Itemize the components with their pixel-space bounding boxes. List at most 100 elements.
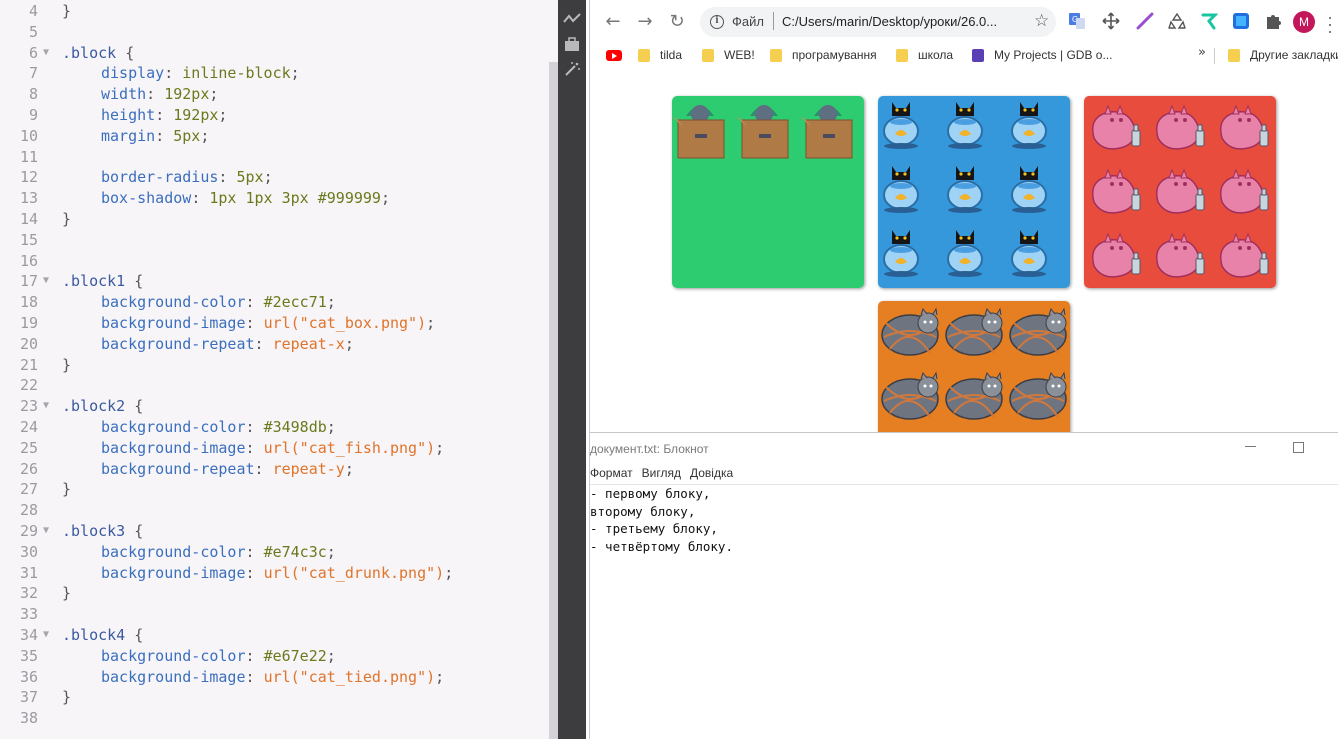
- reload-icon[interactable]: ↻: [666, 10, 688, 32]
- code-line[interactable]: 13 box-shadow: 1px 1px 3px #999999;: [0, 188, 548, 209]
- address-bar[interactable]: i Файл C:/Users/marin/Desktop/уроки/26.0…: [700, 7, 1056, 37]
- code-line[interactable]: 16: [0, 251, 548, 272]
- other-bookmarks[interactable]: Другие закладки: [1228, 46, 1338, 64]
- bookmark-label: програмування: [792, 48, 877, 62]
- code-token: .block3: [62, 521, 126, 540]
- recycle-extension-icon[interactable]: [1168, 12, 1186, 30]
- code-line[interactable]: 4}: [0, 1, 548, 22]
- code-line[interactable]: 22: [0, 375, 548, 396]
- code-line[interactable]: 29 ▼ .block3 {: [0, 521, 548, 542]
- code-line[interactable]: 11: [0, 147, 548, 168]
- fold-arrow-icon[interactable]: ▼: [43, 396, 49, 417]
- line-number: 19: [19, 313, 38, 332]
- code-line[interactable]: 21}: [0, 355, 548, 376]
- bookmark-programming[interactable]: програмування: [770, 46, 877, 64]
- youtube-icon[interactable]: [606, 50, 622, 61]
- editor-scrollbar[interactable]: [549, 62, 558, 739]
- code-line[interactable]: 19 background-image: url("cat_box.png");: [0, 313, 548, 334]
- menu-dots-icon[interactable]: ...: [1325, 6, 1335, 36]
- bookmark-tilda[interactable]: tilda: [638, 46, 682, 64]
- folder-icon: [702, 48, 714, 62]
- address-separator: [773, 12, 774, 30]
- activity-icon[interactable]: [563, 11, 581, 27]
- code-line[interactable]: 25 background-image: url("cat_fish.png");: [0, 438, 548, 459]
- code-token: ;: [444, 563, 454, 582]
- code-token: ;: [344, 334, 354, 353]
- star-icon[interactable]: ☆: [1034, 11, 1049, 31]
- code-line[interactable]: 37}: [0, 687, 548, 708]
- line-number: 10: [19, 126, 38, 145]
- maximize-button[interactable]: [1293, 442, 1304, 453]
- code-token: :: [245, 313, 264, 332]
- gesture-extension-icon[interactable]: [1200, 12, 1218, 30]
- code-token: :: [218, 168, 237, 187]
- back-arrow-icon[interactable]: ←: [602, 10, 624, 32]
- fold-arrow-icon[interactable]: ▼: [43, 43, 49, 64]
- code-token: ;: [435, 438, 445, 457]
- code-lines[interactable]: 4} 5 6 ▼ .block {7 display: inline-block; 8 wid…: [0, 1, 548, 729]
- menu-format[interactable]: Формат: [590, 466, 633, 480]
- code-token: }: [62, 209, 72, 228]
- pen-extension-icon[interactable]: [1136, 12, 1154, 30]
- code-editor[interactable]: 4} 5 6 ▼ .block {7 display: inline-block; 8 wid…: [0, 0, 558, 739]
- code-token: .block: [62, 43, 117, 62]
- code-token: }: [62, 355, 72, 374]
- code-line[interactable]: 33: [0, 604, 548, 625]
- code-line[interactable]: 18 background-color: #2ecc71;: [0, 292, 548, 313]
- code-line[interactable]: 9 height: 192px;: [0, 105, 548, 126]
- code-token: #e67e22: [263, 646, 327, 665]
- code-line[interactable]: 10 margin: 5px;: [0, 126, 548, 147]
- code-text: background-repeat: repeat-x;: [62, 334, 354, 355]
- bookmark-web[interactable]: WEB!: [702, 46, 755, 64]
- notepad-line: - третьему блоку,: [590, 521, 718, 537]
- code-line[interactable]: 14}: [0, 209, 548, 230]
- fold-arrow-icon[interactable]: ▼: [43, 521, 49, 542]
- notepad-window: документ.txt: Блокнот Формат Вигляд Довідк…: [589, 432, 1338, 739]
- folder-icon: [1228, 48, 1240, 62]
- translate-extension-icon[interactable]: G: [1068, 12, 1086, 30]
- address-url[interactable]: C:/Users/marin/Desktop/уроки/26.0...: [782, 14, 997, 29]
- code-line[interactable]: 31 background-image: url("cat_drunk.png")…: [0, 563, 548, 584]
- code-line[interactable]: 26 background-repeat: repeat-y;: [0, 459, 548, 480]
- code-line[interactable]: 5: [0, 22, 548, 43]
- code-line[interactable]: 32}: [0, 583, 548, 604]
- code-line[interactable]: 34 ▼ .block4 {: [0, 625, 548, 646]
- menu-view[interactable]: Вигляд: [642, 466, 681, 480]
- code-token: background-color: [101, 293, 246, 312]
- puzzle-extensions-icon[interactable]: [1264, 12, 1282, 30]
- notepad-text-area[interactable]: - первому блоку, второму блоку, - третье…: [590, 485, 1338, 555]
- code-line[interactable]: 35 background-color: #e67e22;: [0, 646, 548, 667]
- magic-wand-icon[interactable]: [563, 61, 581, 77]
- minimize-button[interactable]: [1245, 439, 1257, 451]
- code-token: url("cat_tied.png"): [263, 667, 436, 686]
- code-line[interactable]: 38: [0, 708, 548, 729]
- code-line[interactable]: 20 background-repeat: repeat-x;: [0, 334, 548, 355]
- avatar[interactable]: M: [1293, 11, 1315, 33]
- toolbox-icon[interactable]: [563, 36, 581, 52]
- code-line[interactable]: 7 display: inline-block;: [0, 63, 548, 84]
- code-line[interactable]: 24 background-color: #3498db;: [0, 417, 548, 438]
- code-line[interactable]: 12 border-radius: 5px;: [0, 167, 548, 188]
- bookmark-gdb[interactable]: My Projects | GDB o...: [972, 46, 1112, 64]
- fold-arrow-icon[interactable]: ▼: [43, 625, 49, 646]
- more-bookmarks-button[interactable]: »: [1198, 45, 1206, 60]
- code-line[interactable]: 17 ▼ .block1 {: [0, 271, 548, 292]
- code-line[interactable]: 15: [0, 230, 548, 251]
- code-text: width: 192px;: [62, 84, 218, 105]
- line-number: 32: [19, 584, 38, 603]
- code-line[interactable]: 8 width: 192px;: [0, 84, 548, 105]
- line-number: 36: [19, 667, 38, 686]
- fold-arrow-icon[interactable]: ▼: [43, 271, 49, 292]
- code-line[interactable]: 28: [0, 500, 548, 521]
- code-line[interactable]: 23 ▼ .block2 {: [0, 396, 548, 417]
- code-line[interactable]: 36 background-image: url("cat_tied.png");: [0, 667, 548, 688]
- forward-arrow-icon[interactable]: →: [634, 10, 656, 32]
- bookmark-school[interactable]: школа: [896, 46, 953, 64]
- tile-extension-icon[interactable]: [1232, 12, 1250, 30]
- code-line[interactable]: 6 ▼ .block {: [0, 43, 548, 64]
- code-line[interactable]: 30 background-color: #e74c3c;: [0, 542, 548, 563]
- move-extension-icon[interactable]: [1102, 12, 1120, 30]
- menu-help[interactable]: Довідка: [690, 466, 733, 480]
- code-line[interactable]: 27}: [0, 479, 548, 500]
- info-icon[interactable]: i: [710, 15, 724, 29]
